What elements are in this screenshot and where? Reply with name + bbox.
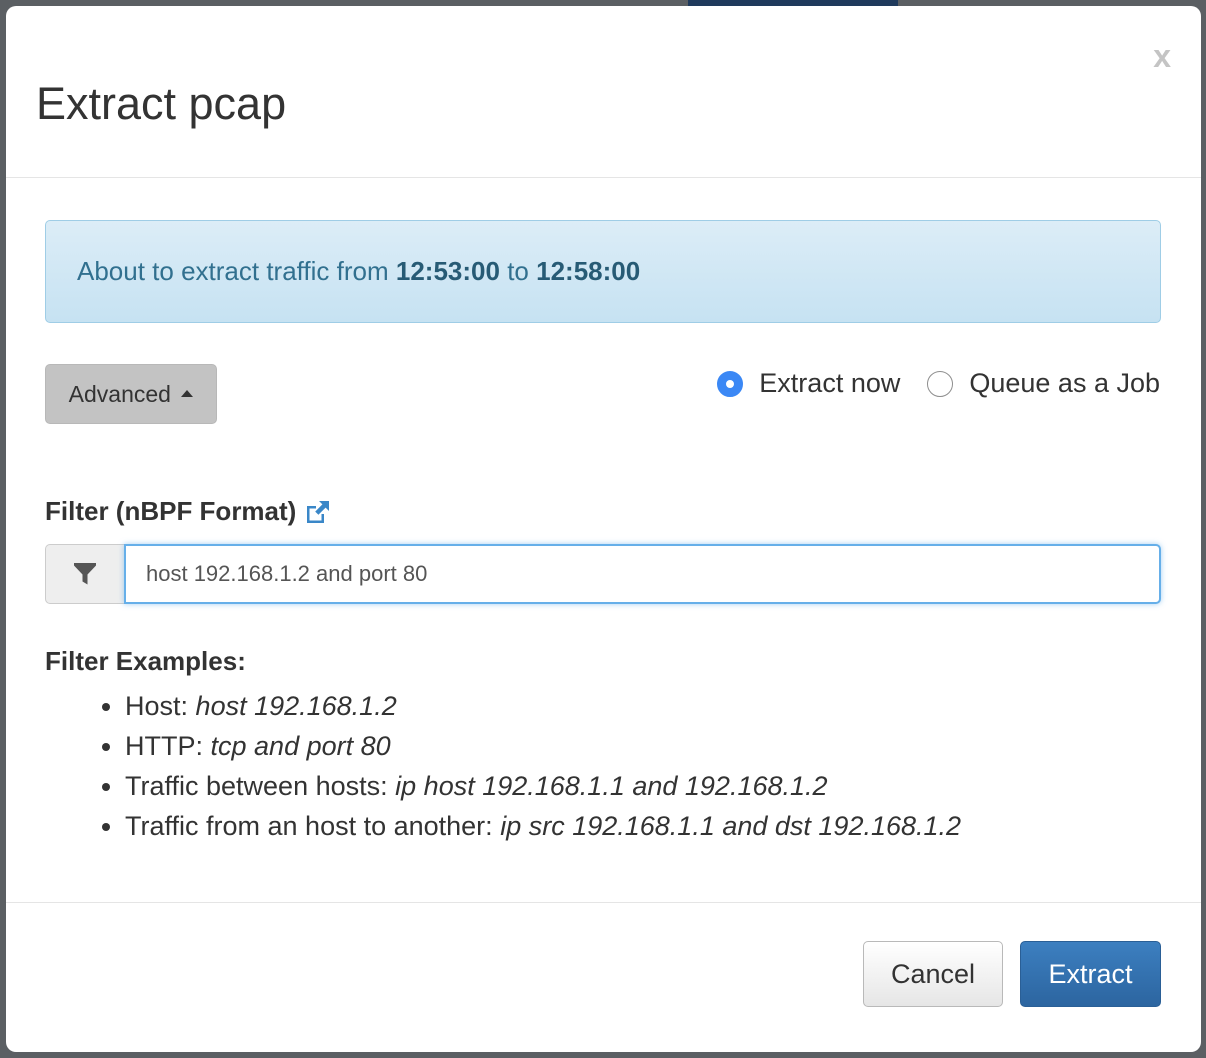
start-time: 12:53:00 xyxy=(395,256,500,286)
dialog-title: Extract pcap xyxy=(36,78,287,129)
dialog-footer: Cancel Extract xyxy=(6,903,1201,1052)
radio-label-extract-now: Extract now xyxy=(759,368,901,398)
radio-label-queue-job: Queue as a Job xyxy=(969,368,1160,398)
external-link-icon[interactable] xyxy=(304,499,332,525)
radio-option-queue-job[interactable]: Queue as a Job xyxy=(927,368,1160,399)
time-range-alert: About to extract traffic from 12:53:00 t… xyxy=(45,220,1161,323)
advanced-button[interactable]: Advanced xyxy=(45,364,217,424)
alert-connector: to xyxy=(507,256,529,286)
list-item: Traffic between hosts: ip host 192.168.1… xyxy=(125,766,961,806)
example-name: Traffic from an host to another: xyxy=(125,811,493,841)
filter-examples-title: Filter Examples: xyxy=(45,646,246,676)
dialog-body: About to extract traffic from 12:53:00 t… xyxy=(6,178,1201,903)
example-expression: tcp and port 80 xyxy=(210,731,391,761)
radio-queue-job[interactable] xyxy=(927,370,954,397)
caret-up-icon xyxy=(181,390,194,398)
list-item: HTTP: tcp and port 80 xyxy=(125,726,961,766)
filter-icon xyxy=(74,563,96,585)
alert-prefix: About to extract traffic from xyxy=(77,256,389,286)
dialog-header: Extract pcap x xyxy=(6,6,1201,178)
list-item: Traffic from an host to another: ip src … xyxy=(125,806,961,846)
radio-extract-now[interactable] xyxy=(717,370,744,397)
end-time: 12:58:00 xyxy=(536,256,641,286)
example-name: Host: xyxy=(125,691,189,721)
extract-pcap-dialog: Extract pcap x About to extract traffic … xyxy=(6,6,1201,1052)
filter-label: Filter (nBPF Format) xyxy=(45,496,297,526)
extract-mode-radio-group: Extract now Queue as a Job xyxy=(717,368,1160,399)
advanced-button-label: Advanced xyxy=(68,381,171,407)
filter-addon xyxy=(45,544,124,604)
close-button[interactable]: x xyxy=(1153,40,1171,72)
list-item: Host: host 192.168.1.2 xyxy=(125,686,961,726)
cancel-button[interactable]: Cancel xyxy=(863,941,1003,1007)
filter-label-row: Filter (nBPF Format) xyxy=(45,496,332,527)
example-expression: host 192.168.1.2 xyxy=(195,691,397,721)
example-name: Traffic between hosts: xyxy=(125,771,388,801)
filter-input[interactable] xyxy=(124,544,1161,604)
example-expression: ip host 192.168.1.1 and 192.168.1.2 xyxy=(395,771,828,801)
radio-option-extract-now[interactable]: Extract now xyxy=(717,368,900,399)
example-expression: ip src 192.168.1.1 and dst 192.168.1.2 xyxy=(500,811,962,841)
filter-examples-list: Host: host 192.168.1.2 HTTP: tcp and por… xyxy=(45,686,961,846)
extract-button[interactable]: Extract xyxy=(1020,941,1161,1007)
filter-input-group xyxy=(45,544,1161,604)
example-name: HTTP: xyxy=(125,731,203,761)
